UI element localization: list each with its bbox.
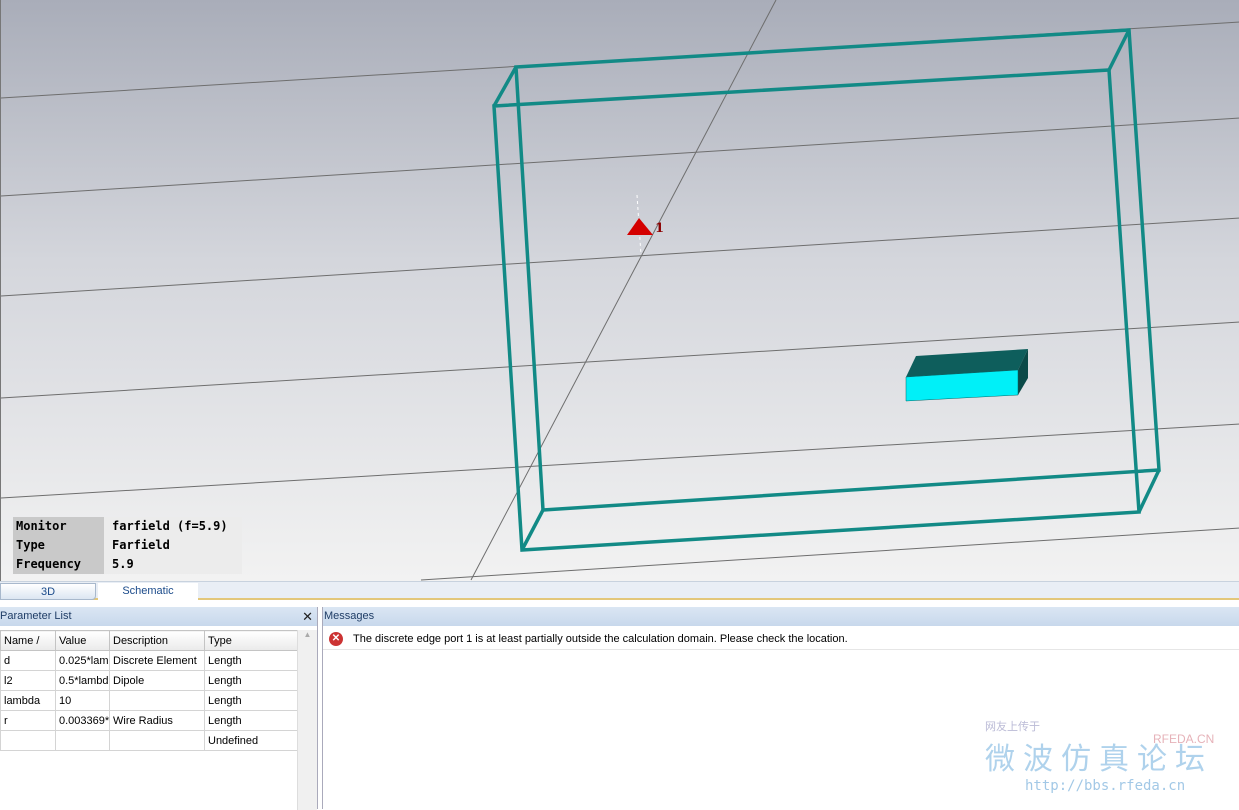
cell[interactable]: r [0,710,56,731]
scene: 1 [1,0,1239,581]
cell[interactable] [109,730,205,751]
parameter-list-panel: Parameter List ✕ Name / Value Description… [0,607,318,810]
table-row[interactable]: r 0.003369* Wire Radius Length [0,710,298,731]
monitor-info: Monitor farfield (f=5.9) Type Farfield Fre… [13,517,242,574]
tab-3d[interactable]: 3D [0,583,96,600]
port-label: 1 [655,221,664,236]
info-key: Type [13,536,104,555]
cell[interactable] [109,690,205,711]
cell[interactable]: Dipole [109,670,205,691]
cell[interactable]: 10 [55,690,110,711]
cell[interactable]: Discrete Element [109,650,205,671]
cell[interactable]: 0.5*lambda [55,670,110,691]
cell[interactable]: Length [204,690,298,711]
info-key: Frequency [13,555,104,574]
tab-schematic[interactable]: Schematic [98,583,198,600]
cell[interactable]: l2 [0,670,56,691]
message-item[interactable]: ✕ The discrete edge port 1 is at least p… [323,628,1239,650]
grid-lines [1,0,1239,581]
table-row[interactable]: d 0.025*lamb Discrete Element Length [0,650,298,671]
cell[interactable] [0,730,56,751]
table-row[interactable]: lambda 10 Length [0,690,298,711]
column-header[interactable]: Type [204,630,298,651]
table-row[interactable]: Undefined [0,730,298,751]
close-icon[interactable]: ✕ [302,607,313,626]
cell[interactable]: Undefined [204,730,298,751]
cell[interactable]: Wire Radius [109,710,205,731]
panel-header: Messages [323,607,1239,626]
message-text: The discrete edge port 1 is at least par… [353,632,848,645]
grid-line [1,321,1239,399]
cell[interactable]: Length [204,670,298,691]
view-tabs: 3D Schematic [0,581,1239,600]
cell[interactable]: lambda [0,690,56,711]
cell[interactable]: Length [204,650,298,671]
parameter-table: Name / Value Description Type d 0.025*lam… [0,630,298,751]
error-icon: ✕ [329,631,343,646]
column-header[interactable]: Value [55,630,110,651]
watermark-url: http://bbs.rfeda.cn [1025,778,1186,794]
table-row[interactable]: l2 0.5*lambda Dipole Length [0,670,298,691]
info-value: farfield (f=5.9) [104,517,242,536]
watermark: 网友上传于 RFEDA.CN 微波仿真论坛 http://bbs.rfeda.c… [985,718,1215,794]
grid-line [420,527,1239,581]
vertical-scrollbar[interactable]: ▲ [297,630,317,810]
info-value: Farfield [104,536,242,555]
cell[interactable]: d [0,650,56,671]
watermark-brand: RFEDA.CN [1153,732,1215,746]
cell[interactable]: Length [204,710,298,731]
bounding-box [492,28,1161,552]
panel-header: Parameter List ✕ [0,607,317,626]
cell[interactable]: 0.025*lamb [55,650,110,671]
panel-title: Parameter List [0,610,72,622]
info-key: Monitor [13,517,104,536]
port-marker: 1 [627,194,664,256]
table-header: Name / Value Description Type [0,630,298,651]
grid-line [1,117,1239,197]
cell[interactable]: 0.003369* [55,710,110,731]
grid-line [1,423,1239,499]
column-header[interactable]: Name / [0,630,56,651]
column-header[interactable]: Description [109,630,205,651]
grid-line [1,217,1239,297]
panel-title: Messages [324,610,375,622]
info-value: 5.9 [104,555,242,574]
cell[interactable] [55,730,110,751]
3d-viewport[interactable]: 1 Monitor farfield (f=5.9) Type Farfield F… [0,0,1239,581]
object-block [905,349,1028,402]
